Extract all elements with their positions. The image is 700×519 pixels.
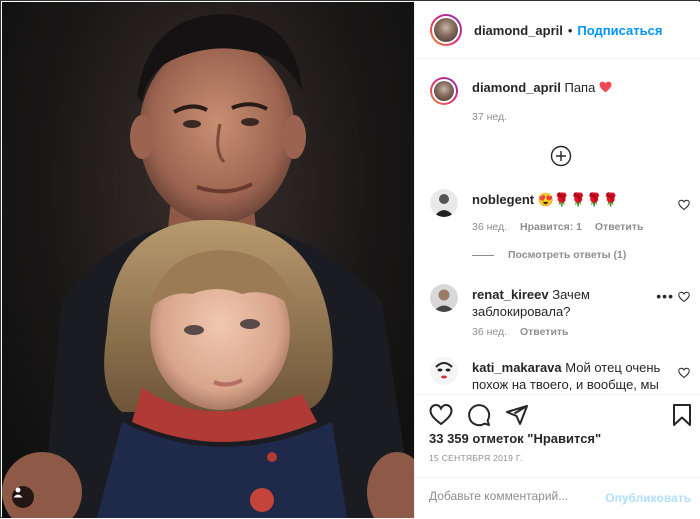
likes-count[interactable]: 33 359 отметок "Нравится" [429,431,601,446]
photo-illustration [2,14,414,518]
post-photo[interactable] [2,2,414,518]
comment-time: 36 нед. [472,221,508,233]
comment-input[interactable] [429,489,599,503]
comments-list[interactable]: diamond_april Папа 37 нед. noblegent 😍🌹🌹… [415,59,700,394]
comment-username[interactable]: renat_kireev [472,287,549,302]
comment-text: kati_makarava Мой отец очень похож на тв… [472,359,672,393]
comment-username[interactable]: noblegent [472,192,534,207]
commenter-avatar[interactable] [430,284,458,312]
view-replies-label: Посмотреть ответы (1) [508,249,627,261]
bookmark-icon[interactable] [671,403,693,427]
comment-icon[interactable] [467,403,491,427]
post-date: 15 СЕНТЯБРЯ 2019 Г. [429,453,523,463]
add-comment-bar: Опубликовать [415,477,700,519]
comment-message: 😍🌹🌹🌹🌹 [537,192,619,207]
reply-button[interactable]: Ответить [520,326,569,338]
heart-icon[interactable] [429,403,453,427]
author-avatar[interactable] [430,14,462,46]
caption-text: diamond_april Папа [472,79,672,96]
action-icons [429,403,543,427]
comment-heart-icon[interactable] [678,199,690,211]
comment-meta: 36 нед. Ответить [472,326,579,338]
post-actions: 33 359 отметок "Нравится" 15 СЕНТЯБРЯ 20… [415,394,700,518]
caption-meta: 37 нед. [472,111,517,123]
comment-likes[interactable]: Нравится: 1 [520,221,582,233]
follow-button[interactable]: Подписаться [577,23,662,38]
comment-text: noblegent 😍🌹🌹🌹🌹 [472,191,672,208]
commenter-avatar[interactable] [430,189,458,217]
caption-avatar[interactable] [430,77,458,105]
post-sidebar: diamond_april • Подписаться diamond_apri… [414,2,700,518]
post-window: diamond_april • Подписаться diamond_apri… [0,0,700,518]
user-tag-icon[interactable] [12,486,34,508]
comment-heart-icon[interactable] [678,367,690,379]
replies-line [472,254,494,256]
comment-text: renat_kireev Зачем заблокировала? [472,286,672,320]
post-header: diamond_april • Подписаться [415,2,700,59]
comment-meta: 36 нед. Нравится: 1 Ответить [472,221,653,233]
red-heart-icon [599,81,612,93]
reply-button[interactable]: Ответить [595,221,644,233]
plus-circle-icon[interactable] [550,145,572,167]
view-replies-button[interactable]: Посмотреть ответы (1) [472,249,626,261]
publish-button[interactable]: Опубликовать [605,491,691,505]
send-icon[interactable] [505,403,529,427]
caption-username[interactable]: diamond_april [472,80,561,95]
commenter-avatar[interactable] [430,357,458,385]
comment-heart-icon[interactable] [678,291,690,303]
caption-time: 37 нед. [472,111,508,123]
author-username[interactable]: diamond_april [474,23,563,38]
comment-options-button[interactable]: ••• [656,288,674,304]
header-separator: • [567,22,573,38]
caption-message: Папа [564,80,596,95]
comment-username[interactable]: kati_makarava [472,360,562,375]
comment-time: 36 нед. [472,326,508,338]
